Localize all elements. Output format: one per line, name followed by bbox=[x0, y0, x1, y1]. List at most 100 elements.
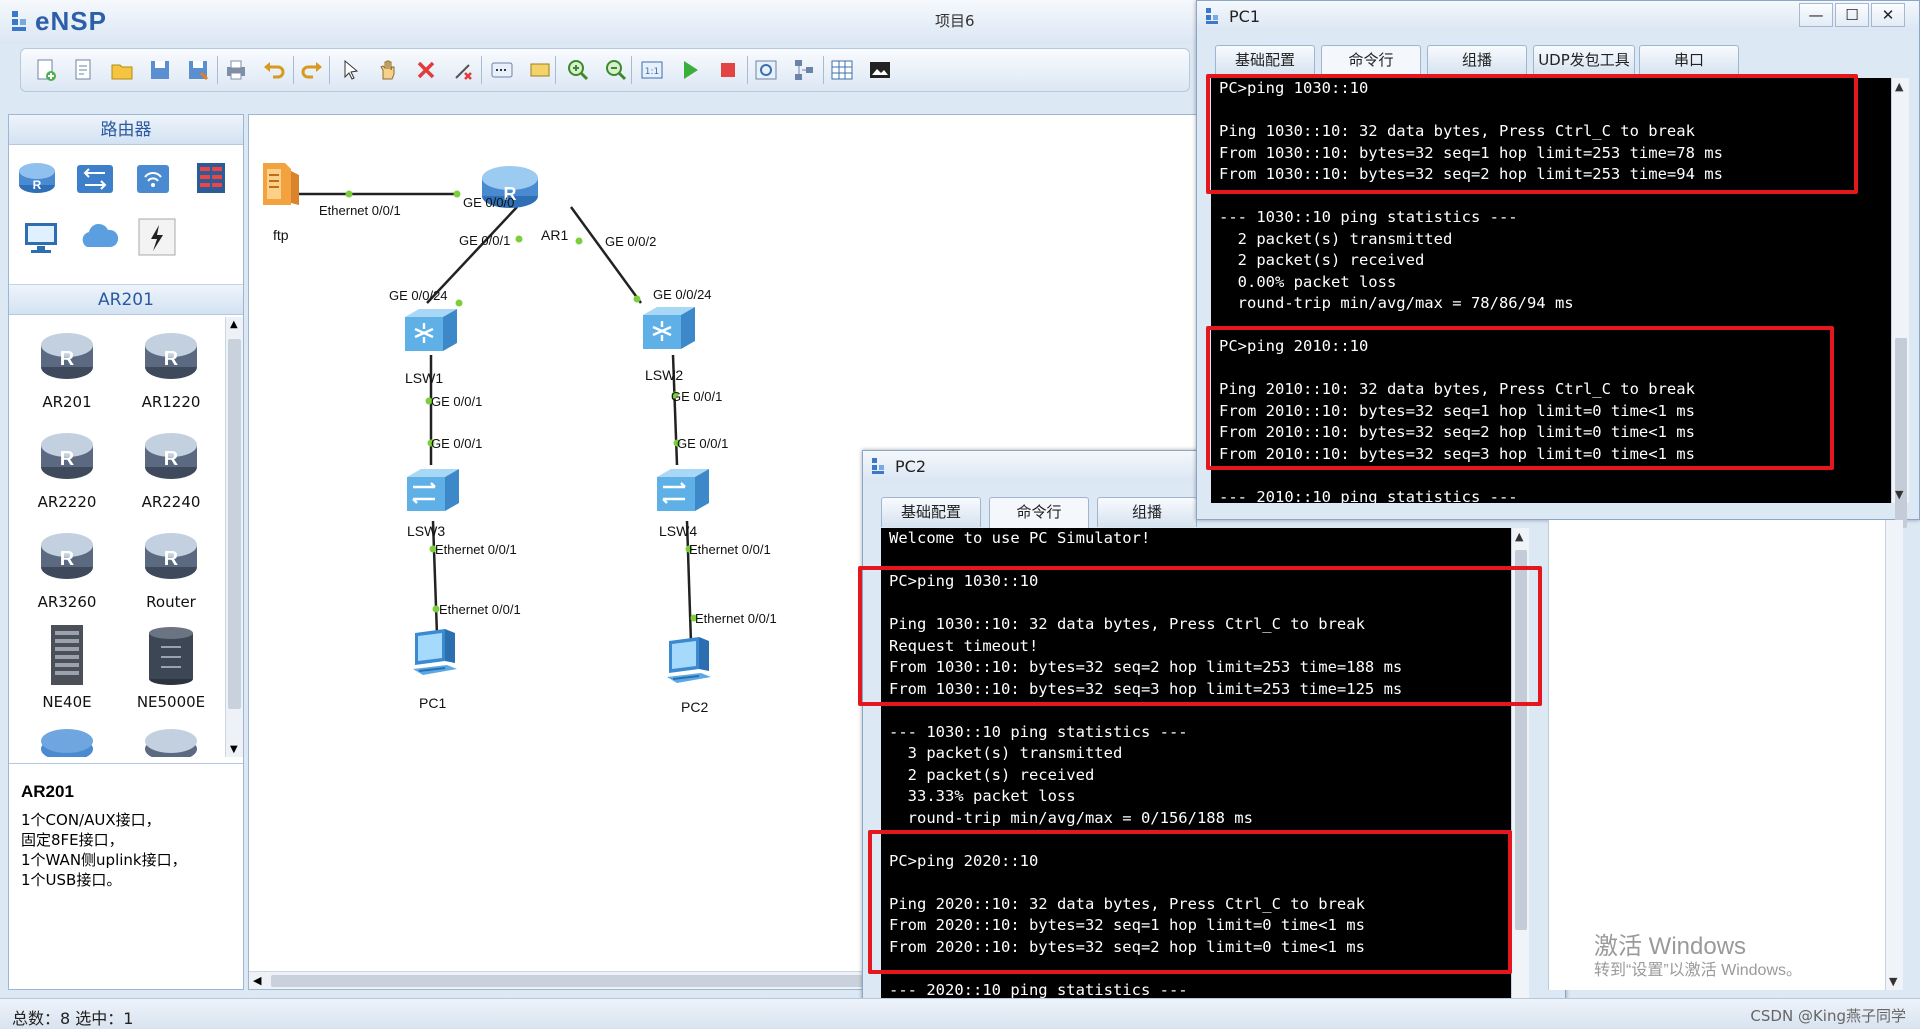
pc-category-icon[interactable] bbox=[19, 217, 63, 257]
scroll-down-icon[interactable]: ▼ bbox=[1889, 975, 1897, 988]
switch-lsw3-node[interactable] bbox=[401, 465, 463, 525]
scroll-down-icon[interactable]: ▼ bbox=[1895, 488, 1903, 501]
link-ar1-lsw2[interactable] bbox=[569, 206, 643, 304]
save-icon[interactable] bbox=[147, 57, 173, 83]
tab-basic-config[interactable]: 基础配置 bbox=[881, 497, 981, 527]
terminal-line: round-trip min/avg/max = 0/156/188 ms bbox=[889, 808, 1253, 827]
device-item-ar2240[interactable]: R AR2240 bbox=[121, 423, 221, 523]
port-label: Ethernet 0/0/1 bbox=[439, 602, 521, 617]
rectangle-icon[interactable] bbox=[527, 57, 553, 83]
tab-multicast[interactable]: 组播 bbox=[1097, 497, 1197, 527]
terminal-line: 2 packet(s) received bbox=[889, 765, 1095, 784]
port-label: GE 0/0/24 bbox=[389, 288, 448, 303]
toolbar-separator bbox=[747, 56, 748, 84]
switch-lsw1-node[interactable] bbox=[399, 305, 461, 365]
tab-udp-tool[interactable]: UDP发包工具 bbox=[1533, 45, 1635, 75]
toolbar-separator bbox=[481, 56, 482, 84]
device-item-ar3260[interactable]: R AR3260 bbox=[17, 523, 117, 623]
select-icon[interactable] bbox=[337, 57, 363, 83]
topology-icon[interactable] bbox=[791, 57, 817, 83]
ensp-icon bbox=[872, 458, 884, 474]
grid-icon[interactable] bbox=[829, 57, 855, 83]
pan-icon[interactable] bbox=[375, 57, 401, 83]
device-list-scrollbar[interactable]: ▲ ▼ bbox=[225, 317, 243, 757]
print-icon[interactable] bbox=[223, 57, 249, 83]
text-icon[interactable] bbox=[489, 57, 515, 83]
ensp-app: eNSP 项目6 1:1 路由器 R AR201 R AR201 R AR1220 R A… bbox=[0, 0, 1920, 1029]
close-button[interactable]: ✕ bbox=[1871, 3, 1905, 27]
tab-basic-config[interactable]: 基础配置 bbox=[1215, 45, 1315, 75]
router-category-icon[interactable]: R bbox=[15, 157, 59, 197]
switch-category-icon[interactable] bbox=[73, 157, 117, 197]
redo-icon[interactable] bbox=[299, 57, 325, 83]
zoom-in-icon[interactable] bbox=[565, 57, 591, 83]
device-item-ne5000e[interactable]: NE5000E bbox=[121, 623, 221, 723]
pc1-terminal-scrollbar[interactable]: ▲ ▼ bbox=[1891, 78, 1909, 528]
firewall-category-icon[interactable] bbox=[189, 157, 233, 197]
router-icon: R bbox=[41, 333, 93, 379]
device-item-ar1220[interactable]: R AR1220 bbox=[121, 323, 221, 423]
open-icon[interactable] bbox=[109, 57, 135, 83]
status-bar: 总数：8 选中：1 CSDN @King燕子同学 bbox=[0, 998, 1920, 1029]
title-bar: eNSP 项目6 bbox=[0, 0, 1200, 44]
svg-text:R: R bbox=[60, 348, 75, 370]
port-label: GE 0/0/0 bbox=[463, 195, 515, 210]
scroll-down-icon[interactable]: ▼ bbox=[230, 744, 238, 755]
cloud-category-icon[interactable] bbox=[77, 217, 121, 257]
description-line: 1个USB接口。 bbox=[21, 871, 122, 889]
pc2-node[interactable] bbox=[659, 633, 721, 697]
delete-link-icon[interactable] bbox=[451, 57, 477, 83]
start-device-icon[interactable] bbox=[677, 57, 703, 83]
save-as-icon[interactable] bbox=[185, 57, 211, 83]
pc1-node[interactable] bbox=[405, 625, 467, 689]
status-text: 总数：8 选中：1 bbox=[12, 1009, 134, 1028]
tab-command-line[interactable]: 命令行 bbox=[1321, 45, 1421, 76]
app-logo: eNSP bbox=[10, 6, 107, 37]
new-example-icon[interactable] bbox=[71, 57, 97, 83]
node-label-lsw2: LSW2 bbox=[645, 367, 684, 383]
wireless-category-icon[interactable] bbox=[131, 157, 175, 197]
ftp-server-node[interactable] bbox=[253, 157, 309, 217]
scroll-up-icon[interactable]: ▲ bbox=[230, 319, 238, 330]
device-item-router[interactable]: R Router bbox=[121, 523, 221, 623]
device-name: AR1220 bbox=[141, 393, 201, 411]
device-item-ne40e[interactable]: NE40E bbox=[17, 623, 117, 723]
screenshot-icon[interactable] bbox=[867, 57, 893, 83]
router-icon: R bbox=[145, 333, 197, 379]
switch-lsw2-node[interactable] bbox=[637, 303, 699, 363]
device-name: NE5000E bbox=[136, 693, 206, 711]
toolbar-separator bbox=[555, 56, 556, 84]
zoom-out-icon[interactable] bbox=[603, 57, 629, 83]
capture-icon[interactable] bbox=[753, 57, 779, 83]
background-scrollbar[interactable]: ▼ bbox=[1885, 520, 1903, 990]
router-icon: R bbox=[145, 433, 197, 479]
svg-text:R: R bbox=[33, 178, 42, 192]
device-panel: 路由器 R AR201 R AR201 R AR1220 R AR2220 R AR2240 R… bbox=[8, 114, 244, 990]
undo-icon[interactable] bbox=[261, 57, 287, 83]
port-label: GE 0/0/1 bbox=[459, 233, 511, 248]
scroll-left-icon[interactable]: ◀ bbox=[253, 974, 261, 987]
device-item-ar2220[interactable]: R AR2220 bbox=[17, 423, 117, 523]
link-lsw4-pc2[interactable] bbox=[685, 520, 693, 644]
maximize-button[interactable]: ☐ bbox=[1835, 3, 1869, 27]
minimize-button[interactable]: — bbox=[1799, 3, 1833, 27]
scroll-up-icon[interactable]: ▲ bbox=[1515, 530, 1523, 543]
port-label: GE 0/0/1 bbox=[431, 436, 483, 451]
delete-icon[interactable] bbox=[413, 57, 439, 83]
cable-category-icon[interactable] bbox=[135, 217, 179, 257]
tab-serial[interactable]: 串口 bbox=[1639, 45, 1739, 75]
terminal-line: 2 packet(s) received bbox=[1219, 251, 1425, 269]
new-topology-icon[interactable] bbox=[33, 57, 59, 83]
switch-lsw4-node[interactable] bbox=[651, 465, 713, 525]
terminal-line: --- 1030::10 ping statistics --- bbox=[889, 722, 1188, 741]
tab-command-line[interactable]: 命令行 bbox=[989, 497, 1089, 528]
core-router-icon bbox=[149, 627, 193, 685]
terminal-line: --- 2010::10 ping statistics --- bbox=[1219, 487, 1518, 504]
scroll-thumb[interactable] bbox=[228, 339, 241, 709]
pc1-title-bar[interactable]: PC1 — ☐ ✕ bbox=[1197, 1, 1919, 31]
stop-device-icon[interactable] bbox=[715, 57, 741, 83]
tab-multicast[interactable]: 组播 bbox=[1427, 45, 1527, 75]
scroll-up-icon[interactable]: ▲ bbox=[1895, 80, 1903, 93]
fit-icon[interactable]: 1:1 bbox=[639, 57, 665, 83]
device-item-ar201[interactable]: R AR201 bbox=[17, 323, 117, 423]
